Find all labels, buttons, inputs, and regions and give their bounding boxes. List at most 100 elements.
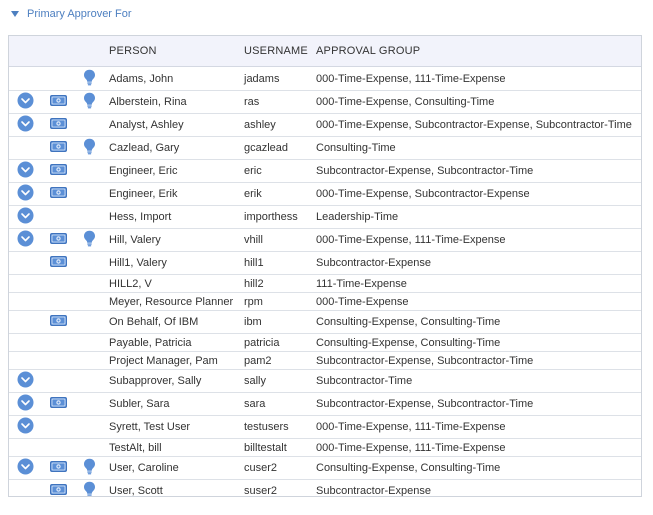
chevron-circle-icon[interactable] [17,230,34,250]
approval-group-cell: Leadership-Time [316,211,399,223]
table-row[interactable]: Syrett, Test User testusers 000-Time-Expen… [9,416,641,439]
column-header-approval-group[interactable]: APPROVAL GROUP [316,45,420,57]
bulb-icon[interactable] [83,69,96,89]
chevron-circle-icon[interactable] [17,458,34,478]
chevron-circle-icon[interactable] [17,115,34,135]
table-row[interactable]: Payable, Patricia patricia Consulting-Expe… [9,334,641,352]
table-row[interactable]: HILL2, V hill2 111-Time-Expense [9,275,641,293]
approval-group-cell: 111-Time-Expense [316,277,407,290]
table-row[interactable]: Adams, John jadams 000-Time-Expense, 111-T… [9,67,641,91]
money-icon[interactable] [50,397,67,411]
person-cell: User, Caroline [109,462,179,474]
section-toggle-primary-approver[interactable]: Primary Approver For [11,7,132,21]
username-cell: importhess [244,211,298,223]
username-cell: ibm [244,316,262,328]
person-cell: Subapprover, Sally [109,375,202,387]
person-cell: Cazlead, Gary [109,142,180,154]
chevron-circle-icon[interactable] [17,207,34,227]
person-cell: Hill1, Valery [109,257,167,269]
person-cell: Syrett, Test User [109,421,191,433]
money-icon[interactable] [50,315,67,329]
person-cell: TestAlt, bill [109,441,162,454]
approval-group-cell: Subcontractor-Time [316,375,413,387]
approval-group-cell: Consulting-Time [316,142,396,154]
person-cell: Meyer, Resource Planner [109,295,234,308]
approval-group-cell: Subcontractor-Expense, Subcontractor-Tim… [316,398,534,410]
username-cell: vhill [244,234,263,246]
person-cell: Adams, John [109,72,174,85]
person-cell: Project Manager, Pam [109,354,218,367]
table-row[interactable]: Project Manager, Pam pam2 Subcontractor-Ex… [9,352,641,370]
table-row[interactable]: Alberstein, Rina ras 000-Time-Expense, Con… [9,91,641,114]
person-cell: Alberstein, Rina [109,96,187,108]
username-cell: sara [244,398,266,410]
username-cell: patricia [244,336,280,349]
money-icon[interactable] [50,256,67,270]
table-row[interactable]: Analyst, Ashley ashley 000-Time-Expense, S… [9,114,641,137]
username-cell: sally [244,375,267,387]
approval-group-cell: Consulting-Expense, Consulting-Time [316,462,501,474]
bulb-icon[interactable] [83,138,96,158]
money-icon[interactable] [50,95,67,109]
money-icon[interactable] [50,233,67,247]
approval-group-cell: 000-Time-Expense [316,295,409,308]
approval-group-cell: Consulting-Expense, Consulting-Time [316,336,501,349]
username-cell: billtestalt [244,441,287,454]
table-row[interactable]: Subapprover, Sally sally Subcontractor-Tim… [9,370,641,393]
username-cell: testusers [244,421,289,433]
table-row[interactable]: TestAlt, bill billtestalt 000-Time-Expense… [9,439,641,457]
approval-group-cell: Subcontractor-Expense [316,485,431,497]
username-cell: hill1 [244,257,264,269]
chevron-circle-icon[interactable] [17,161,34,181]
table-row[interactable]: Meyer, Resource Planner rpm 000-Time-Expen… [9,293,641,311]
approval-group-cell: 000-Time-Expense, Subcontractor-Expense [316,188,530,200]
person-cell: Analyst, Ashley [109,119,184,131]
username-cell: suser2 [244,485,278,497]
column-header-person[interactable]: PERSON [109,45,157,57]
bulb-icon[interactable] [83,481,96,496]
chevron-circle-icon[interactable] [17,417,34,437]
chevron-circle-icon[interactable] [17,92,34,112]
person-cell: User, Scott [109,485,163,497]
money-icon[interactable] [50,187,67,201]
table-row[interactable]: Hill1, Valery hill1 Subcontractor-Expense [9,252,641,275]
username-cell: erik [244,188,262,200]
money-icon[interactable] [50,484,67,496]
person-cell: Subler, Sara [109,398,170,410]
table-row[interactable]: User, Scott suser2 Subcontractor-Expense [9,480,641,497]
username-cell: cuser2 [244,462,278,474]
username-cell: ashley [244,119,276,131]
username-cell: rpm [244,295,263,308]
table-row[interactable]: Cazlead, Gary gcazlead Consulting-Time [9,137,641,160]
chevron-circle-icon[interactable] [17,394,34,414]
column-header-username[interactable]: USERNAME [244,45,308,57]
table-row[interactable]: Hess, Import importhess Leadership-Time [9,206,641,229]
person-cell: Payable, Patricia [109,336,192,349]
table-row[interactable]: Engineer, Erik erik 000-Time-Expense, Subc… [9,183,641,206]
person-cell: HILL2, V [109,277,152,290]
approval-group-cell: 000-Time-Expense, Subcontractor-Expense,… [316,119,632,131]
table-row[interactable]: Hill, Valery vhill 000-Time-Expense, 111-T… [9,229,641,252]
money-icon[interactable] [50,141,67,155]
bulb-icon[interactable] [83,458,96,478]
money-icon[interactable] [50,118,67,132]
person-cell: Hill, Valery [109,234,161,246]
table-row[interactable]: Engineer, Eric eric Subcontractor-Expense,… [9,160,641,183]
username-cell: hill2 [244,277,264,290]
table-row[interactable]: On Behalf, Of IBM ibm Consulting-Expense, … [9,311,641,334]
approval-group-cell: Subcontractor-Expense, Subcontractor-Tim… [316,165,534,177]
money-icon[interactable] [50,164,67,178]
money-icon[interactable] [50,461,67,475]
bulb-icon[interactable] [83,230,96,250]
username-cell: pam2 [244,354,272,367]
table-row[interactable]: User, Caroline cuser2 Consulting-Expense, … [9,457,641,480]
approval-group-cell: 000-Time-Expense, 111-Time-Expense [316,234,506,246]
person-cell: Engineer, Erik [109,188,178,200]
bulb-icon[interactable] [83,92,96,112]
table-row[interactable]: Subler, Sara sara Subcontractor-Expense, S… [9,393,641,416]
person-cell: Hess, Import [109,211,172,223]
approval-group-cell: 000-Time-Expense, 111-Time-Expense [316,72,506,85]
chevron-circle-icon[interactable] [17,184,34,204]
chevron-circle-icon[interactable] [17,371,34,391]
section-title: Primary Approver For [27,8,132,20]
